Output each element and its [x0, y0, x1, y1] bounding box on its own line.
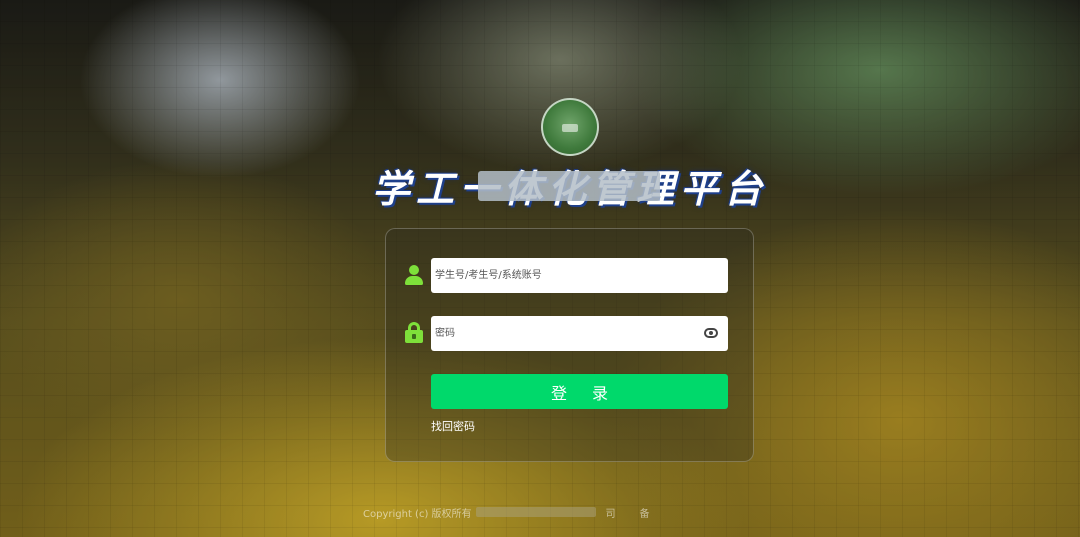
password-input[interactable]: [431, 316, 728, 351]
title-redaction: [478, 171, 660, 201]
login-button[interactable]: 登 录: [431, 374, 728, 409]
footer: Copyright (c) 版权所有 司 备: [363, 505, 650, 520]
footer-suffix-b: 备: [639, 508, 650, 520]
lock-icon: [405, 322, 423, 343]
school-logo: [541, 98, 599, 156]
user-icon: [404, 265, 424, 285]
footer-redaction: [475, 507, 596, 517]
account-input[interactable]: [431, 258, 728, 293]
eye-icon[interactable]: [704, 328, 718, 338]
copyright-text: Copyright (c) 版权所有: [363, 508, 472, 520]
footer-suffix-a: 司: [605, 508, 616, 520]
logo-mark: [562, 124, 578, 132]
forgot-password-link[interactable]: 找回密码: [431, 418, 475, 434]
